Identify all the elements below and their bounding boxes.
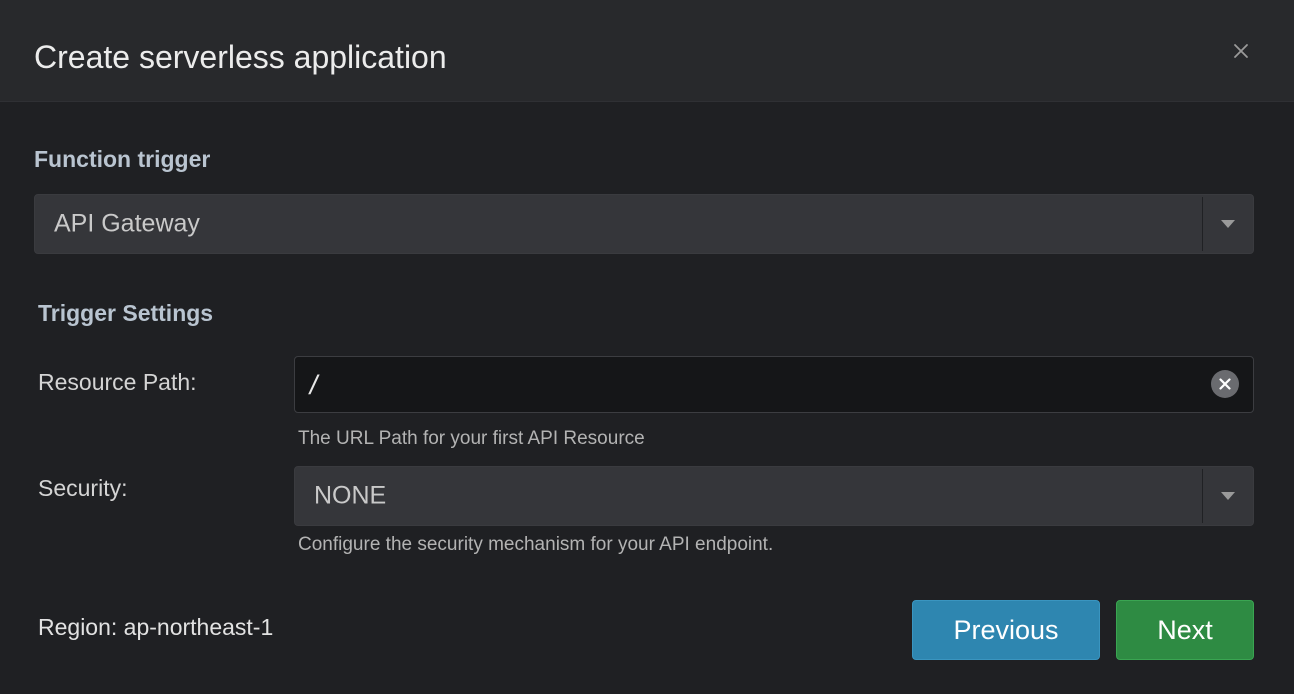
clear-resource-path-button[interactable] [1211, 370, 1239, 398]
resource-path-field [294, 356, 1254, 413]
close-icon [1234, 44, 1248, 58]
create-serverless-dialog: Create serverless application Function t… [0, 0, 1294, 694]
next-button[interactable]: Next [1116, 600, 1254, 660]
security-label: Security: [38, 475, 128, 501]
dialog-header: Create serverless application [0, 0, 1294, 102]
region-label: Region: ap-northeast-1 [38, 614, 274, 640]
resource-path-label: Resource Path: [38, 369, 197, 395]
close-button[interactable] [1226, 36, 1256, 66]
security-dropdown-toggle[interactable] [1203, 467, 1253, 525]
function-trigger-select[interactable]: API Gateway [34, 194, 1254, 254]
function-trigger-value: API Gateway [54, 209, 200, 238]
chevron-down-icon [1221, 492, 1235, 500]
resource-path-help: The URL Path for your first API Resource [298, 428, 645, 449]
chevron-down-icon [1221, 220, 1235, 228]
resource-path-input[interactable] [307, 365, 1187, 403]
security-select[interactable]: NONE [294, 466, 1254, 526]
clear-circle-icon [1219, 378, 1231, 390]
function-trigger-dropdown-toggle[interactable] [1203, 195, 1253, 253]
security-help: Configure the security mechanism for you… [298, 534, 774, 555]
function-trigger-label: Function trigger [34, 146, 211, 172]
security-value: NONE [314, 481, 387, 510]
trigger-settings-heading: Trigger Settings [38, 300, 214, 326]
previous-button[interactable]: Previous [912, 600, 1100, 660]
dialog-title: Create serverless application [34, 39, 447, 75]
